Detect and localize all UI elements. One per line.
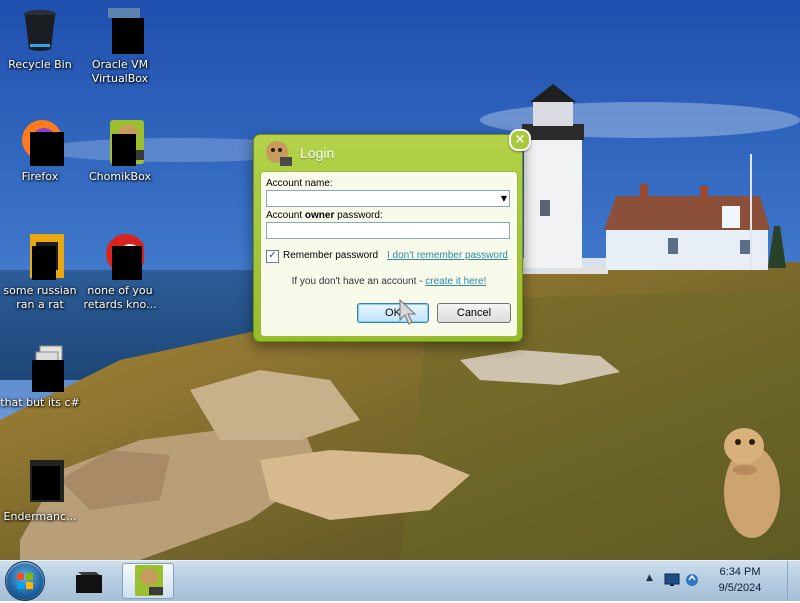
dialog-titlebar[interactable]: Login <box>254 135 522 171</box>
desktop-icon-virtualbox[interactable]: Oracle VM VirtualBox <box>80 6 160 86</box>
desktop-icon-label: Firefox <box>21 170 59 183</box>
close-button[interactable]: × <box>509 129 531 151</box>
mouse-cursor-icon <box>399 298 417 325</box>
taskbar-chomikbox-button[interactable] <box>122 563 174 599</box>
desktop-icon-csharp[interactable]: that but its c# <box>0 344 80 410</box>
checkmark-icon: ✓ <box>268 250 277 261</box>
desktop-icon-label: ChomikBox <box>89 170 151 183</box>
network-icon[interactable] <box>684 572 700 588</box>
close-icon: × <box>514 132 526 147</box>
monitor-icon[interactable] <box>664 573 680 587</box>
desktop-icon-chomikbox[interactable]: ChomikBox <box>80 118 160 184</box>
dropdown-arrow-icon[interactable]: ▼ <box>501 191 507 207</box>
chomikbox-logo-icon <box>266 141 292 166</box>
clock-date[interactable]: 9/5/2024 <box>708 582 772 594</box>
app-icon <box>96 232 146 280</box>
desktop-icon-firefox[interactable]: Firefox <box>0 118 80 184</box>
virtualbox-icon <box>96 6 144 54</box>
desktop-icon-label: none of you retards kno... <box>83 284 157 311</box>
login-dialog: Login × Account name: ▼ Account owner pa… <box>253 129 531 342</box>
windows-stack-icon <box>16 344 64 392</box>
account-name-label: Account name: <box>266 178 333 189</box>
app-icon <box>16 232 64 280</box>
cancel-label: Cancel <box>456 307 492 319</box>
desktop-icon-label: Endermanc... <box>3 510 77 523</box>
system-tray: ▲ 6:34 PM 9/5/2024 <box>640 561 800 601</box>
account-name-combobox[interactable]: ▼ <box>266 190 510 207</box>
desktop-icon-label: some russian ran a rat <box>3 284 77 311</box>
taskbar: ▲ 6:34 PM 9/5/2024 <box>0 560 800 601</box>
taskbar-virtualbox-button[interactable] <box>64 563 116 599</box>
password-input[interactable] <box>266 222 510 239</box>
desktop-icon-rat[interactable]: some russian ran a rat <box>0 232 80 312</box>
no-account-row: If you don't have an account - create it… <box>261 276 517 287</box>
chevron-up-icon[interactable]: ▲ <box>646 573 653 583</box>
recycle-bin-icon <box>16 6 64 54</box>
app-icon <box>16 458 64 506</box>
chomikbox-icon <box>96 118 144 166</box>
windows-logo-icon <box>17 573 33 589</box>
remember-password-checkbox[interactable]: ✓ <box>266 250 279 263</box>
desktop: Recycle Bin Oracle VM VirtualBox Firefox <box>0 0 800 560</box>
start-button[interactable] <box>6 562 44 600</box>
clock-time[interactable]: 6:34 PM <box>708 566 772 578</box>
desktop-icon-label: Recycle Bin <box>8 58 72 71</box>
desktop-icon-endermanc[interactable]: Endermanc... <box>0 458 80 524</box>
desktop-icon-label: that but its c# <box>0 396 80 409</box>
login-form: Account name: ▼ Account owner password: … <box>260 171 518 337</box>
remember-password-label[interactable]: Remember password <box>283 250 378 261</box>
password-label: Account owner password: <box>266 210 383 221</box>
forgot-password-link[interactable]: I don't remember password <box>387 250 508 261</box>
desktop-icon-recycle-bin[interactable]: Recycle Bin <box>0 6 80 72</box>
cancel-button[interactable]: Cancel <box>437 303 511 323</box>
no-account-text: If you don't have an account - <box>291 276 426 287</box>
chomikbox-icon <box>135 565 163 596</box>
desktop-icon-none-of-you[interactable]: none of you retards kno... <box>80 232 160 312</box>
virtualbox-icon <box>76 572 102 593</box>
firefox-icon <box>16 118 64 166</box>
dialog-title: Login <box>300 145 335 161</box>
desktop-icon-label: Oracle VM VirtualBox <box>91 58 149 85</box>
show-desktop-button[interactable] <box>787 561 800 601</box>
create-account-link[interactable]: create it here! <box>425 276 486 287</box>
